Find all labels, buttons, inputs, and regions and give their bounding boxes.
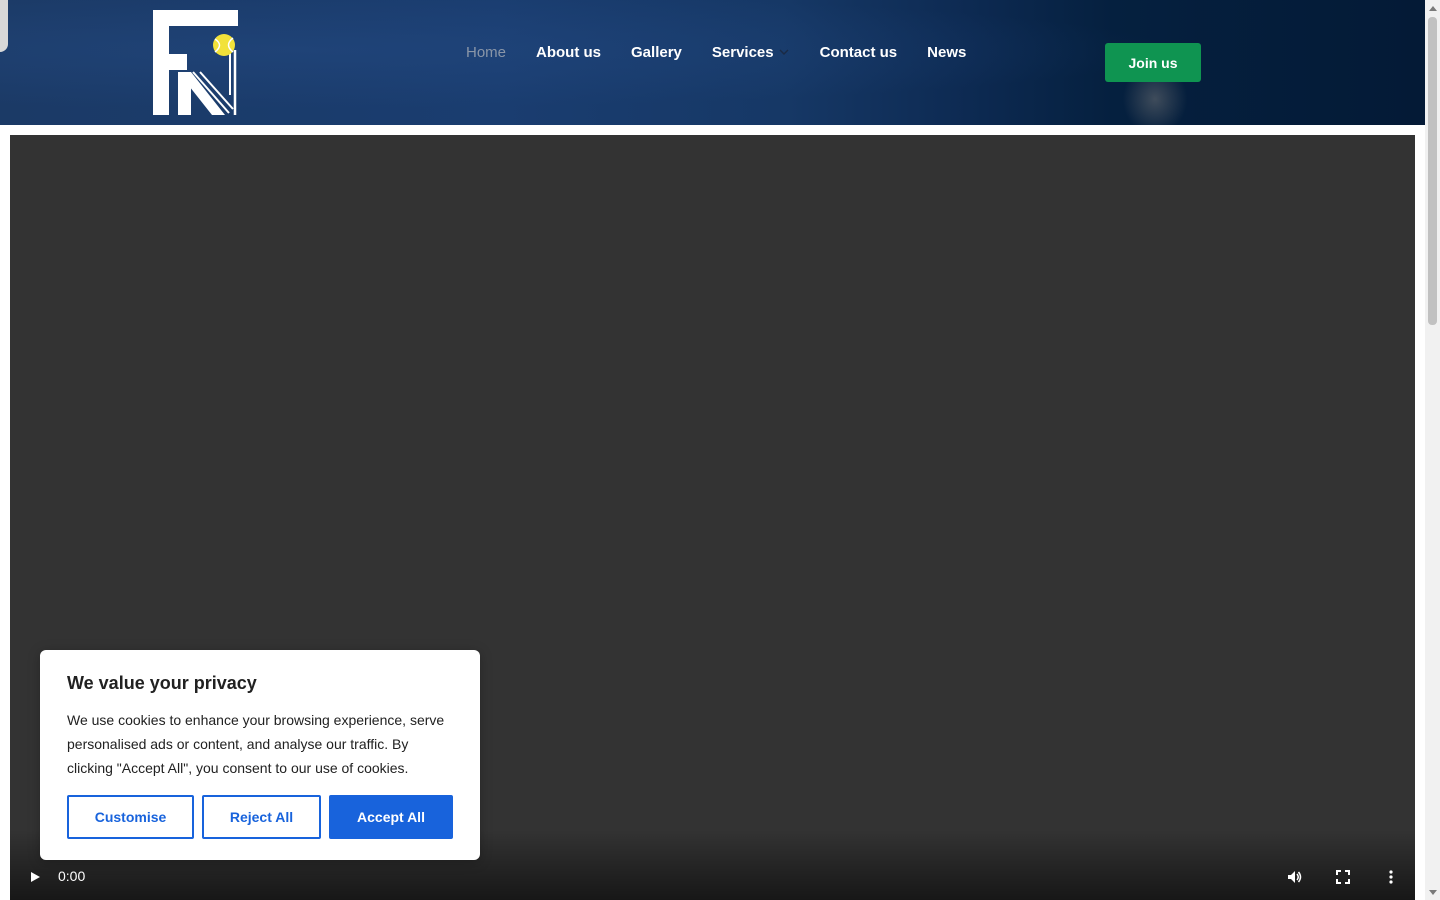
site-logo[interactable] <box>153 10 238 115</box>
main-nav: Home About us Gallery Services Contact u… <box>466 42 966 62</box>
chevron-down-icon <box>779 49 789 55</box>
site-header: Home About us Gallery Services Contact u… <box>0 0 1425 125</box>
nav-item-gallery[interactable]: Gallery <box>631 44 682 61</box>
scroll-up-button[interactable] <box>1425 0 1440 15</box>
cookie-consent-banner: We value your privacy We use cookies to … <box>40 650 480 860</box>
cookie-banner-text: We use cookies to enhance your browsing … <box>67 712 445 776</box>
fullscreen-icon <box>1336 870 1350 884</box>
video-current-time: 0:00 <box>58 868 86 884</box>
nav-item-services-label: Services <box>711 43 774 61</box>
nav-item-about-us[interactable]: About us <box>536 44 601 61</box>
scroll-up-icon <box>1428 5 1437 11</box>
page-scrollbar[interactable] <box>1425 0 1440 900</box>
scroll-down-icon <box>1428 889 1437 895</box>
nav-item-news[interactable]: News <box>927 44 966 61</box>
nav-item-services[interactable]: Services <box>712 44 790 61</box>
nav-item-home[interactable]: Home <box>466 44 506 61</box>
join-us-button[interactable]: Join us <box>1105 43 1201 82</box>
volume-icon <box>1288 871 1302 883</box>
cookie-banner-title: We value your privacy <box>67 673 257 693</box>
volume-button[interactable] <box>1284 866 1306 888</box>
nav-item-contact-us[interactable]: Contact us <box>820 44 898 61</box>
play-icon <box>31 872 40 882</box>
scroll-down-button[interactable] <box>1425 885 1440 900</box>
more-icon <box>1389 870 1393 884</box>
page: Home About us Gallery Services Contact u… <box>0 0 1440 900</box>
logo-icon <box>153 10 238 115</box>
fullscreen-button[interactable] <box>1332 866 1354 888</box>
customise-button[interactable]: Customise <box>67 795 194 839</box>
header-edge-decoration <box>0 0 8 52</box>
play-button[interactable] <box>24 866 46 888</box>
accept-all-button[interactable]: Accept All <box>329 795 453 839</box>
reject-all-button[interactable]: Reject All <box>202 795 321 839</box>
scrollbar-thumb[interactable] <box>1428 17 1437 325</box>
more-options-button[interactable] <box>1380 866 1402 888</box>
